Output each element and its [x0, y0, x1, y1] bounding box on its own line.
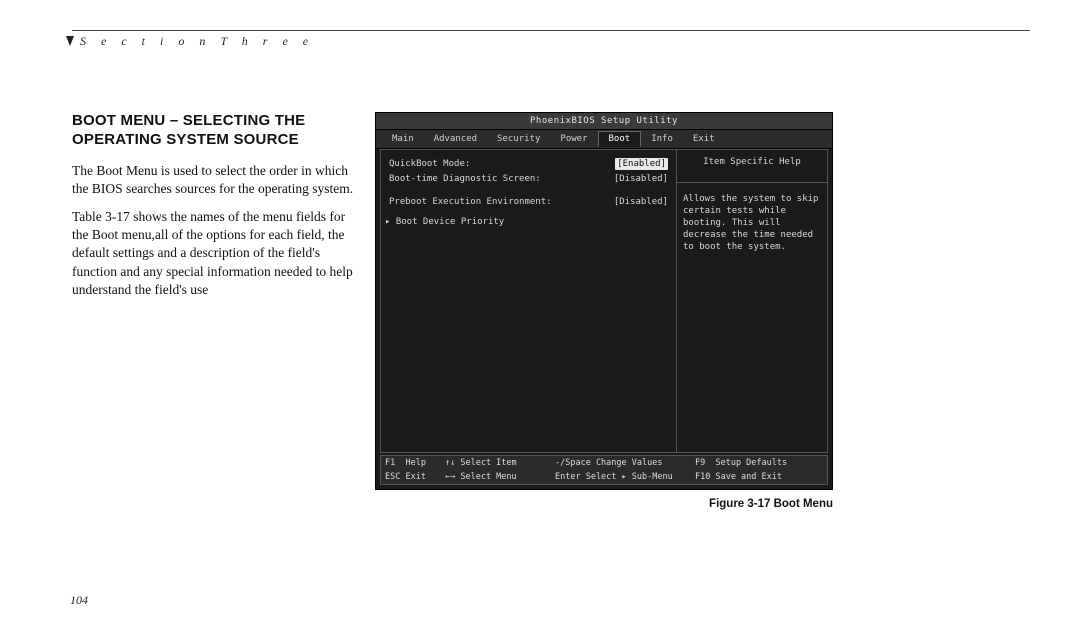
- bios-footer: F1 Help ↑↓ Select Item -/Space Change Va…: [380, 455, 828, 485]
- footer-key-select-item: ↑↓ Select Item: [445, 456, 555, 470]
- heading-line-1: BOOT MENU – SELECTING THE: [72, 112, 354, 131]
- footer-key-change: -/Space Change Values: [555, 456, 695, 470]
- setting-row-diagnostic[interactable]: Boot-time Diagnostic Screen: [Disabled]: [389, 173, 668, 185]
- header-tick-icon: [66, 36, 74, 46]
- tab-security[interactable]: Security: [487, 132, 550, 146]
- bios-menu-bar: Main Advanced Security Power Boot Info E…: [376, 129, 832, 149]
- intro-paragraph-1: The Boot Menu is used to select the orde…: [72, 162, 354, 198]
- bios-help-pane: Item Specific Help Allows the system to …: [677, 150, 827, 452]
- tab-main[interactable]: Main: [382, 132, 424, 146]
- heading-line-2: OPERATING SYSTEM SOURCE: [72, 131, 354, 150]
- footer-key-submenu: Enter Select ▸ Sub-Menu: [555, 470, 695, 484]
- help-pane-title: Item Specific Help: [683, 156, 821, 168]
- setting-row-preboot[interactable]: Preboot Execution Environment: [Disabled…: [389, 196, 668, 208]
- bios-body: QuickBoot Mode: [Enabled] Boot-time Diag…: [380, 149, 828, 453]
- intro-paragraph-2: Table 3-17 shows the names of the menu f…: [72, 208, 354, 299]
- footer-key-defaults: F9 Setup Defaults: [695, 456, 823, 470]
- footer-key-save: F10 Save and Exit: [695, 470, 823, 484]
- setting-label: QuickBoot Mode:: [389, 158, 470, 170]
- setting-value-selected[interactable]: [Enabled]: [615, 158, 668, 170]
- page-number: 104: [70, 593, 88, 608]
- document-page: S e c t i o n T h r e e BOOT MENU – SELE…: [0, 0, 1080, 630]
- footer-key-select-menu: ←→ Select Menu: [445, 470, 555, 484]
- bios-settings-pane: QuickBoot Mode: [Enabled] Boot-time Diag…: [381, 150, 677, 452]
- setting-row-quickboot[interactable]: QuickBoot Mode: [Enabled]: [389, 158, 668, 170]
- setting-label: Preboot Execution Environment:: [389, 196, 552, 208]
- left-column: BOOT MENU – SELECTING THE OPERATING SYST…: [72, 112, 354, 309]
- footer-key-help: F1 Help: [385, 456, 445, 470]
- figure-caption: Figure 3-17 Boot Menu: [375, 498, 833, 510]
- tab-boot[interactable]: Boot: [598, 131, 642, 147]
- tab-info[interactable]: Info: [641, 132, 683, 146]
- tab-advanced[interactable]: Advanced: [424, 132, 487, 146]
- bios-title-bar: PhoenixBIOS Setup Utility: [376, 113, 832, 129]
- top-rule: [72, 30, 1030, 31]
- footer-key-exit: ESC Exit: [385, 470, 445, 484]
- right-column: PhoenixBIOS Setup Utility Main Advanced …: [375, 112, 833, 510]
- setting-label: Boot-time Diagnostic Screen:: [389, 173, 541, 185]
- bios-screenshot: PhoenixBIOS Setup Utility Main Advanced …: [375, 112, 833, 490]
- help-text: Allows the system to skip certain tests …: [683, 193, 821, 253]
- submenu-boot-device-priority[interactable]: ▸ Boot Device Priority: [385, 216, 668, 228]
- section-label: S e c t i o n T h r e e: [80, 34, 314, 49]
- page-heading: BOOT MENU – SELECTING THE OPERATING SYST…: [72, 112, 354, 150]
- spacer: [389, 188, 668, 196]
- setting-value[interactable]: [Disabled]: [614, 196, 668, 208]
- tab-power[interactable]: Power: [550, 132, 597, 146]
- tab-exit[interactable]: Exit: [683, 132, 725, 146]
- help-separator: [677, 182, 827, 183]
- setting-value[interactable]: [Disabled]: [614, 173, 668, 185]
